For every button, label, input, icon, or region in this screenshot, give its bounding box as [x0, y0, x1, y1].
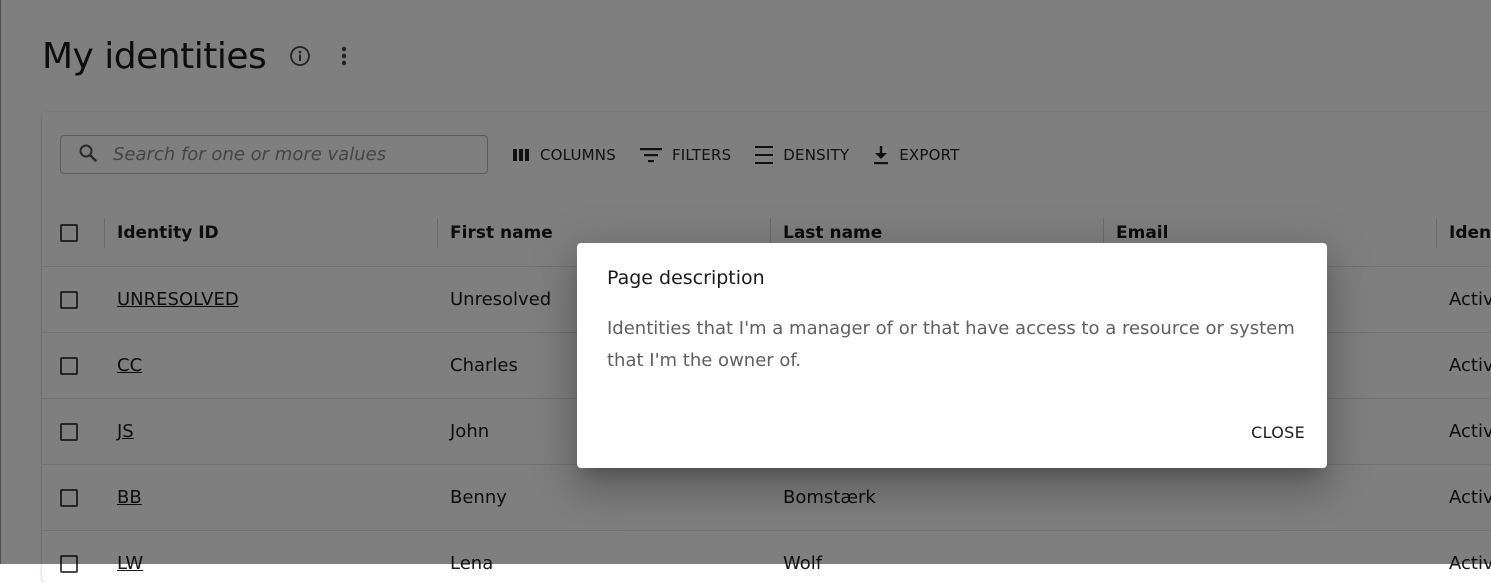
- dialog-title: Page description: [607, 267, 765, 289]
- close-button[interactable]: CLOSE: [1251, 419, 1305, 446]
- page-description-dialog: Page description Identities that I'm a m…: [577, 243, 1327, 468]
- dialog-body: Identities that I'm a manager of or that…: [607, 318, 1295, 371]
